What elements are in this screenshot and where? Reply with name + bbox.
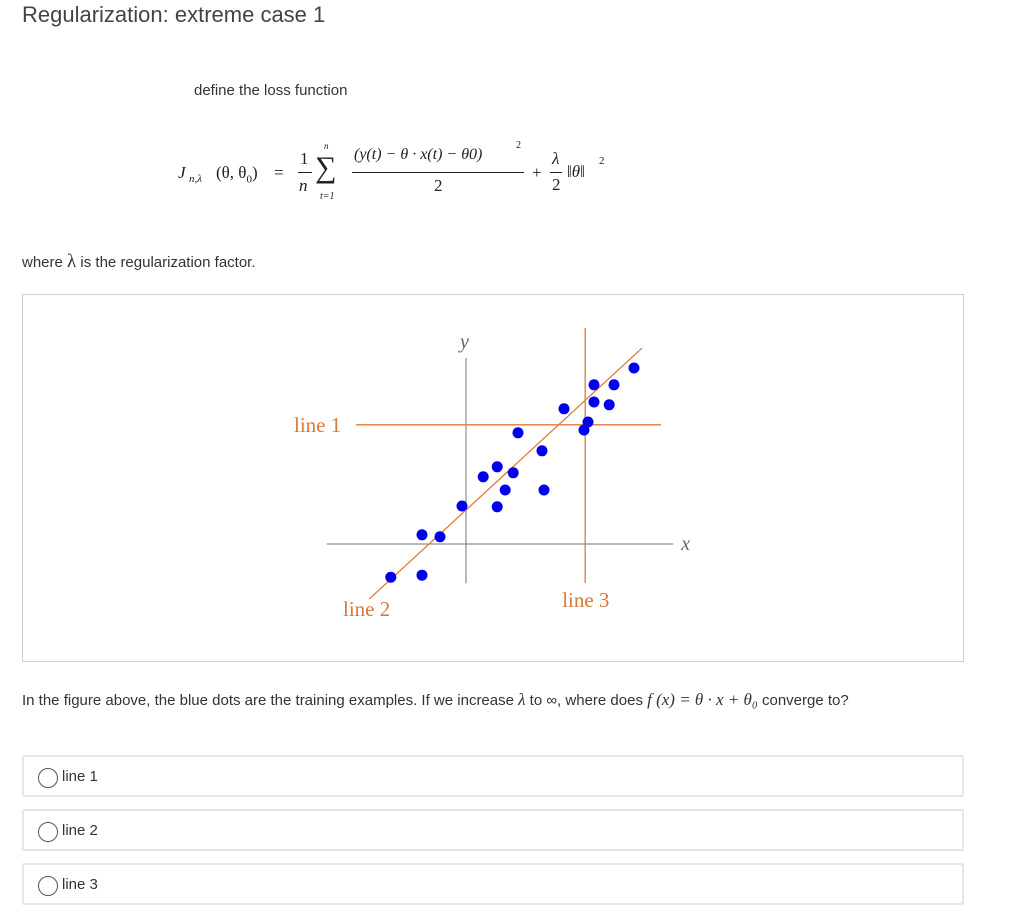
training-example-dot — [416, 569, 428, 581]
training-example-dot — [477, 471, 489, 483]
line-2-label: line 2 — [343, 597, 390, 621]
training-example-dot — [603, 399, 615, 411]
option-line-2[interactable]: line 2 — [22, 809, 964, 851]
training-example-dot — [499, 484, 511, 496]
training-example-dot — [628, 362, 640, 374]
figure-panel: x y line 1 line 2 line 3 — [22, 294, 964, 662]
x-axis-label: x — [680, 533, 690, 555]
training-example-dot — [588, 396, 600, 408]
training-example-dot — [536, 445, 548, 457]
line-2 — [368, 347, 643, 600]
training-example-dot — [456, 500, 468, 512]
training-example-dot — [588, 379, 600, 391]
line-3-label: line 3 — [562, 588, 609, 612]
training-example-dot — [512, 427, 524, 439]
training-example-dot — [507, 467, 519, 479]
question-text: In the figure above, the blue dots are t… — [22, 690, 849, 709]
lambda-symbol: λ — [518, 690, 526, 709]
option-label: line 3 — [62, 876, 98, 893]
radio-button[interactable] — [38, 876, 58, 896]
training-example-dot — [608, 379, 620, 391]
option-label: line 2 — [62, 822, 98, 839]
training-example-dot — [538, 484, 550, 496]
training-example-dot — [491, 461, 503, 473]
training-example-dot — [582, 416, 594, 428]
radio-button[interactable] — [38, 822, 58, 842]
training-example-dot — [434, 531, 446, 543]
radio-button[interactable] — [38, 768, 58, 788]
option-line-1[interactable]: line 1 — [22, 755, 964, 797]
training-example-dot — [385, 571, 397, 583]
y-axis-label: y — [458, 331, 469, 353]
function-formula: f (x) = θ · x + θ₀ — [647, 690, 758, 709]
line-1-label: line 1 — [294, 413, 341, 437]
option-label: line 1 — [62, 768, 98, 785]
training-example-dot — [491, 501, 503, 513]
training-example-dot — [416, 529, 428, 541]
training-example-dot — [558, 403, 570, 415]
option-line-3[interactable]: line 3 — [22, 863, 964, 905]
